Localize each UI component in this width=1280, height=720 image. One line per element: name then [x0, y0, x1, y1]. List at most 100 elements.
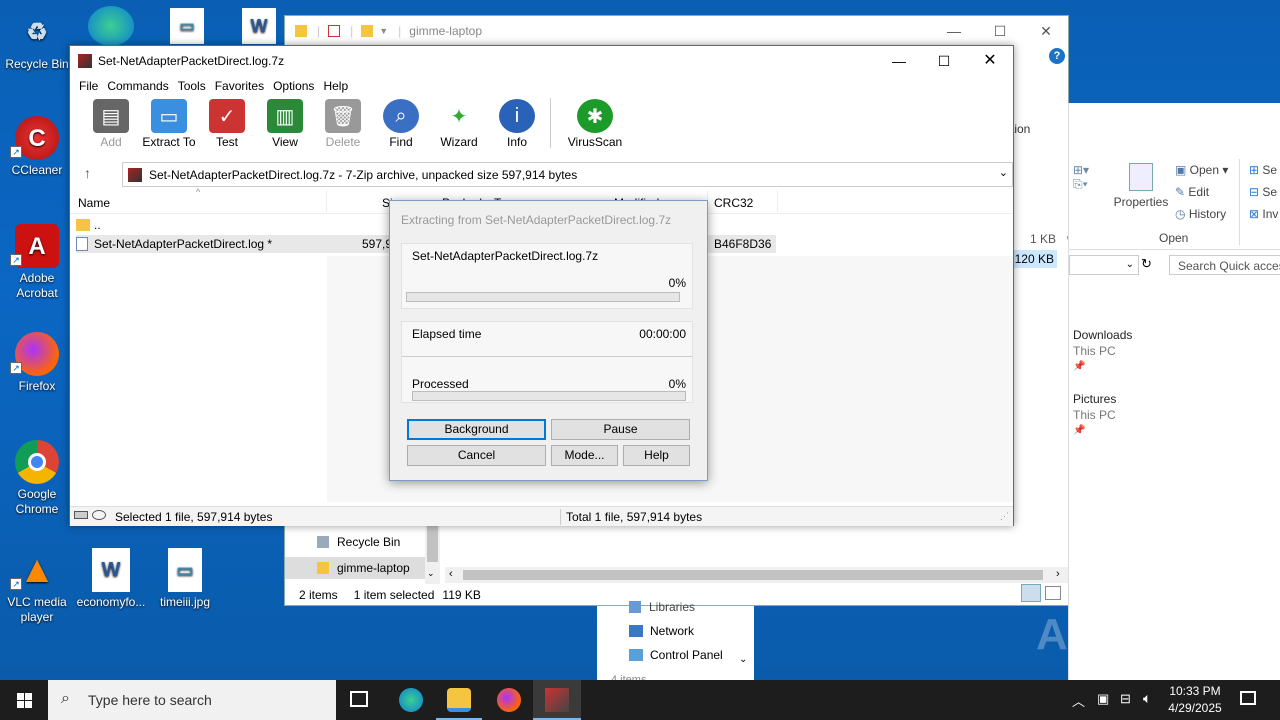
close-button[interactable]: ✕	[1023, 16, 1069, 46]
edit-icon: ✎	[1175, 185, 1189, 199]
firefox-taskbar-icon[interactable]	[497, 688, 521, 712]
add-button[interactable]: ▤ Add	[82, 96, 140, 149]
task-view-icon[interactable]	[350, 691, 368, 707]
select-icon: ⊞	[1249, 163, 1263, 177]
progress-bar-total	[412, 391, 686, 401]
elapsed-value: 00:00:00	[639, 327, 686, 341]
desktop-icon-vlc[interactable]: ▲ ↗ VLC media player	[0, 548, 74, 625]
search-quick-access-input[interactable]: Search Quick access	[1169, 255, 1280, 275]
clock[interactable]: 10:33 PM 4/29/2025	[1160, 683, 1230, 717]
quick-access-downloads[interactable]: Downloads This PC 📌	[1073, 327, 1132, 375]
network-icon	[629, 625, 643, 637]
menu-help[interactable]: Help	[320, 79, 354, 93]
start-button[interactable]	[0, 680, 48, 720]
explorer-lower-nav: Libraries Network Control Panel ⌄ 4 item…	[597, 600, 754, 686]
desktop-icon-label: Firefox	[18, 379, 56, 393]
nav-item-recycle-bin[interactable]: Recycle Bin	[317, 535, 400, 549]
wizard-button[interactable]: ✦ Wizard	[430, 96, 488, 150]
maximize-button[interactable]: ☐	[977, 16, 1023, 46]
info-button[interactable]: i Info	[488, 96, 546, 149]
desktop-icon-timeiii[interactable]: ▭ timeiii.jpg	[148, 548, 222, 610]
network-tray-icon[interactable]: ▣	[1097, 691, 1109, 707]
chevron-down-icon[interactable]: ⌄	[739, 654, 747, 665]
desktop-icon-label: Adobe Acrobat	[16, 271, 58, 300]
menu-tools[interactable]: Tools	[175, 79, 212, 93]
desktop-icon-acrobat[interactable]: A ↗ Adobe Acrobat	[0, 224, 74, 301]
address-dropdown[interactable]: ⌄	[1069, 255, 1139, 275]
menu-options[interactable]: Options	[270, 79, 320, 93]
nav-item-network[interactable]: Network	[629, 624, 694, 638]
refresh-icon[interactable]: ↻	[1141, 256, 1152, 272]
volume-icon[interactable]: 🔈︎	[1143, 690, 1151, 707]
history-button[interactable]: ◷ History	[1175, 207, 1226, 221]
menu-commands[interactable]: Commands	[104, 79, 174, 93]
chevron-up-icon[interactable]: ︿	[1072, 691, 1085, 710]
invert-selection-button[interactable]: ⊠ Inv	[1249, 207, 1278, 221]
ethernet-icon[interactable]: ⊟	[1120, 691, 1131, 707]
address-field[interactable]: Set-NetAdapterPacketDirect.log.7z - 7-Zi…	[122, 162, 1013, 187]
libraries-icon	[629, 601, 641, 613]
taskbar-search-box[interactable]: ⌕ Type here to search	[48, 680, 336, 720]
properties-button[interactable]: Properties	[1113, 163, 1169, 209]
elapsed-label: Elapsed time	[412, 327, 482, 341]
background-button[interactable]: Background	[407, 419, 546, 440]
nav-item-control-panel[interactable]: Control Panel	[629, 648, 723, 662]
col-crc32[interactable]: CRC32	[714, 196, 753, 210]
maximize-button[interactable]: ☐	[921, 46, 967, 76]
desktop-icon-chrome[interactable]: Google Chrome	[0, 440, 74, 517]
edit-button[interactable]: ✎ Edit	[1175, 185, 1209, 199]
tiles-view-icon[interactable]	[1045, 586, 1061, 600]
extract-progress-dialog[interactable]: Extracting from Set-NetAdapterPacketDire…	[389, 200, 708, 481]
details-view-icon[interactable]	[1021, 584, 1041, 602]
desktop-icon-firefox[interactable]: ↗ Firefox	[0, 332, 74, 394]
up-arrow-icon[interactable]: ↑	[84, 165, 91, 181]
dropdown-arrow-icon[interactable]: ▼	[379, 26, 388, 36]
chevron-down-icon[interactable]: ⌄	[999, 166, 1008, 179]
resize-grip-icon[interactable]: ⋰	[1000, 511, 1009, 522]
menu-favorites[interactable]: Favorites	[212, 79, 270, 93]
help-button[interactable]: Help	[623, 445, 690, 466]
extract-to-button[interactable]: ▭ Extract To	[140, 96, 198, 149]
desktop-icon-edge[interactable]	[74, 6, 148, 49]
desktop-icon-economy-doc[interactable]: W economyfo...	[74, 548, 148, 610]
file-explorer-taskbar-icon[interactable]	[447, 688, 471, 712]
select-all-button[interactable]: ⊞ Se	[1249, 163, 1277, 177]
horizontal-scrollbar[interactable]: ‹ ›	[445, 567, 1069, 583]
desktop-icon-ccleaner[interactable]: C ↗ CCleaner	[0, 116, 74, 178]
test-button[interactable]: ✓ Test	[198, 96, 256, 149]
pause-button[interactable]: Pause	[551, 419, 690, 440]
cancel-button[interactable]: Cancel	[407, 445, 546, 466]
select-none-button[interactable]: ⊟ Se	[1249, 185, 1277, 199]
delete-button[interactable]: 🗑 Delete	[314, 96, 372, 149]
desktop-icon-image[interactable]: ▭	[150, 8, 224, 47]
desktop-icon-label: Recycle Bin	[5, 57, 69, 71]
quick-access-pictures[interactable]: Pictures This PC 📌	[1073, 391, 1116, 439]
recycle-bin-icon: ♻	[26, 18, 48, 46]
address-bar: ↑ Set-NetAdapterPacketDirect.log.7z - 7-…	[70, 162, 1013, 188]
edge-taskbar-icon[interactable]	[399, 688, 423, 712]
view-button[interactable]: ▥ View	[256, 96, 314, 149]
minimize-button[interactable]: —	[876, 46, 922, 76]
virusscan-button[interactable]: ✱ VirusScan	[559, 96, 631, 149]
select-icon: ⊠	[1249, 207, 1263, 221]
virusscan-bug-icon: ✱	[577, 99, 613, 133]
nav-item-libraries[interactable]: Libraries	[629, 600, 695, 614]
minimize-button[interactable]: —	[931, 16, 977, 46]
nav-scrollbar[interactable]: ⌄	[425, 526, 440, 584]
notification-icon[interactable]	[1240, 691, 1256, 705]
close-button[interactable]: ✕	[967, 46, 1013, 76]
menubar: File Commands Tools Favorites Options He…	[70, 76, 1013, 96]
find-button[interactable]: ⌕ Find	[372, 96, 430, 149]
open-button[interactable]: ▣ Open ▾	[1175, 163, 1228, 177]
toolbar: ▤ Add ▭ Extract To ✓ Test ▥ View 🗑 Delet…	[70, 96, 1013, 152]
nav-item-gimme-laptop[interactable]: gimme-laptop	[285, 557, 425, 579]
magnifier-icon: ⌕	[383, 99, 419, 133]
help-icon[interactable]: ?	[1049, 48, 1065, 64]
7zip-taskbar-button[interactable]	[533, 680, 581, 720]
desktop-icon-recycle-bin[interactable]: ♻ Recycle Bin	[0, 10, 74, 72]
mode-button[interactable]: Mode...	[551, 445, 618, 466]
col-name[interactable]: Name	[78, 196, 110, 210]
menu-file[interactable]: File	[76, 79, 104, 93]
ribbon-group-open-label: Open	[1159, 231, 1189, 245]
text-file-icon	[76, 237, 88, 251]
